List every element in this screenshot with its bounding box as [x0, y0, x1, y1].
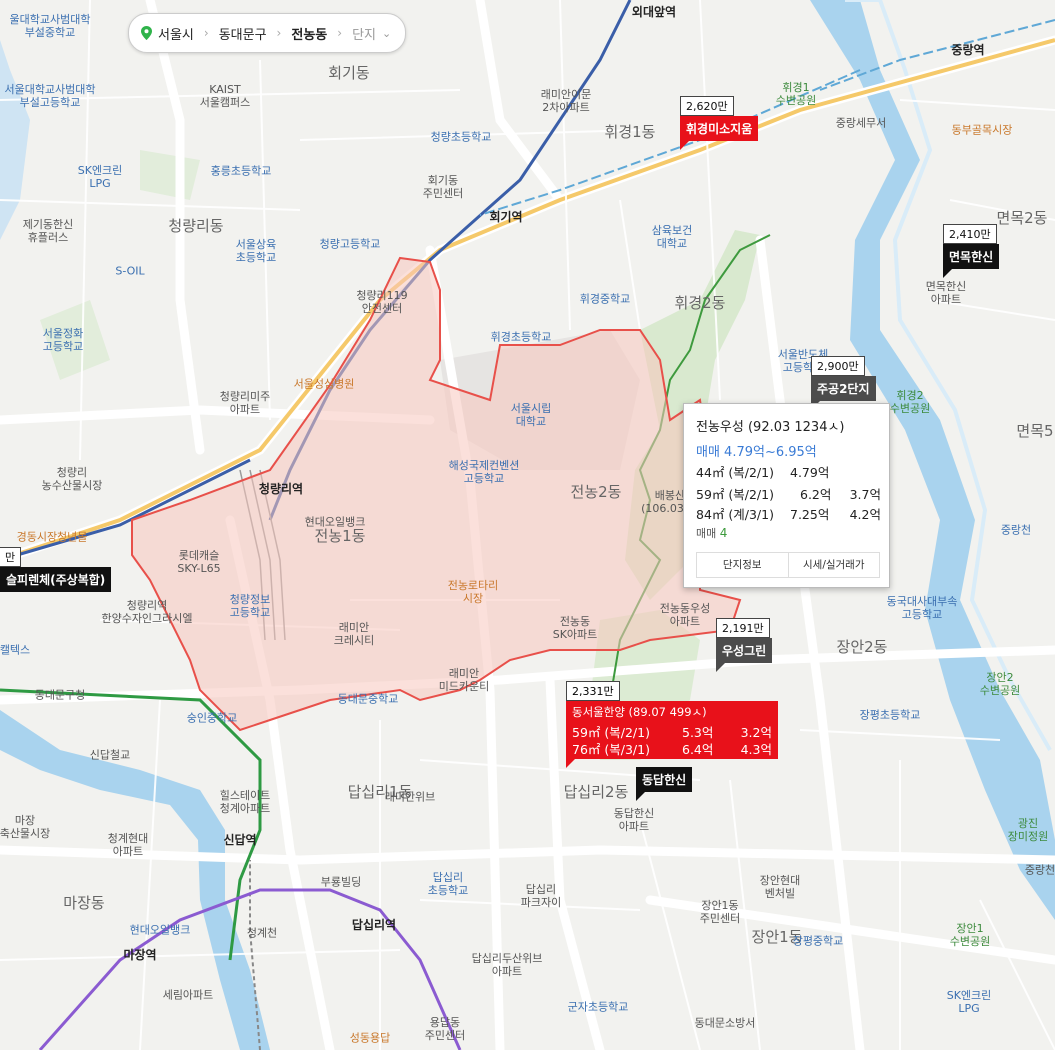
marker-price: 2,410만: [943, 224, 997, 244]
complex-info-button[interactable]: 단지정보: [697, 553, 789, 577]
marker-pointer: [636, 792, 645, 801]
marker-pointer: [716, 663, 725, 672]
popup-title: 전농우성 (92.03 1234ㅅ): [696, 420, 845, 435]
marker-name: 동답한신: [636, 767, 693, 792]
breadcrumb-city[interactable]: 서울시: [158, 24, 194, 43]
marker-name: 휘경미소지움: [680, 116, 759, 141]
marker-left-edge[interactable]: 만 슬피렌체(주상복합): [0, 546, 112, 592]
row-sale-price: 7.25억: [790, 507, 830, 522]
marker-name: 슬피렌체(주상복합): [0, 567, 112, 592]
marker-name: 주공2단지: [811, 376, 876, 401]
row-size: 84㎡ (계/3/1): [696, 507, 774, 522]
popup-actions: 단지정보 시세/실거래가: [696, 552, 880, 578]
breadcrumb-complex[interactable]: 단지: [352, 24, 376, 43]
chevron-right-icon: ›: [203, 26, 209, 40]
row-size: 59㎡ (복/2/1): [696, 487, 774, 502]
marker-title: 동서울한양 (89.07 499ㅅ): [572, 705, 707, 719]
marker-pointer: [943, 269, 952, 278]
breadcrumb-district[interactable]: 동대문구: [219, 24, 267, 43]
row-lease-price: 4.3억: [740, 742, 772, 757]
location-pin-icon: [141, 26, 152, 40]
row-size: 76㎡ (복/3/1): [572, 742, 650, 757]
marker-detail-box: 동서울한양 (89.07 499ㅅ) 59㎡ (복/2/1) 5.3억 3.2억…: [566, 701, 778, 759]
marker-pointer: [566, 759, 575, 768]
marker-dongseoul-hanyang[interactable]: 2,331만 동서울한양 (89.07 499ㅅ) 59㎡ (복/2/1) 5.…: [566, 680, 778, 768]
row-lease-price: 4.2억: [849, 507, 881, 522]
map-canvas[interactable]: [0, 0, 1055, 1050]
row-sale-price: 6.2억: [800, 487, 832, 502]
marker-price: 만: [0, 547, 22, 567]
count-value: 4: [719, 526, 728, 540]
breadcrumb-dong[interactable]: 전농동: [291, 24, 327, 43]
chevron-down-icon[interactable]: ⌄: [382, 27, 391, 40]
marker-myeonmok-hansin[interactable]: 2,410만 면목한신: [943, 223, 1000, 278]
count-label: 매매: [696, 527, 717, 540]
marker-woosung-green[interactable]: 2,191만 우성그린: [716, 617, 773, 672]
popup-listing-count: 매매 4: [696, 525, 727, 541]
row-sale-price: 4.79억: [790, 465, 830, 480]
row-size: 44㎡ (복/2/1): [696, 465, 774, 480]
marker-row: 59㎡ (복/2/1) 5.3억 3.2억: [572, 722, 772, 740]
marker-name: 우성그린: [716, 638, 773, 663]
popup-price-range: 매매 4.79억~6.95억: [696, 445, 817, 460]
marker-price: 2,331만: [566, 681, 620, 701]
region-breadcrumb[interactable]: 서울시 › 동대문구 › 전농동 › 단지 ⌄: [128, 13, 407, 53]
marker-hwigyeong-misojiwoom[interactable]: 2,620만 휘경미소지움: [680, 95, 759, 150]
marker-dapsimni-hansin[interactable]: 동답한신: [636, 767, 693, 801]
price-history-button[interactable]: 시세/실거래가: [789, 553, 880, 577]
marker-price: 2,191만: [716, 618, 770, 638]
row-sale-price: 6.4억: [682, 742, 714, 757]
marker-pointer: [680, 141, 689, 150]
chevron-right-icon: ›: [276, 26, 282, 40]
chevron-right-icon: ›: [337, 26, 343, 40]
complex-info-popup[interactable]: 전농우성 (92.03 1234ㅅ) 매매 4.79억~6.95억 44㎡ (복…: [683, 403, 890, 588]
marker-name: 면목한신: [943, 244, 1000, 269]
marker-row: 76㎡ (복/3/1) 6.4억 4.3억: [572, 739, 772, 757]
marker-price: 2,900만: [811, 356, 865, 376]
row-lease-price: 3.7억: [849, 487, 881, 502]
marker-price: 2,620만: [680, 96, 734, 116]
marker-jugong2[interactable]: 2,900만 주공2단지: [811, 355, 876, 410]
